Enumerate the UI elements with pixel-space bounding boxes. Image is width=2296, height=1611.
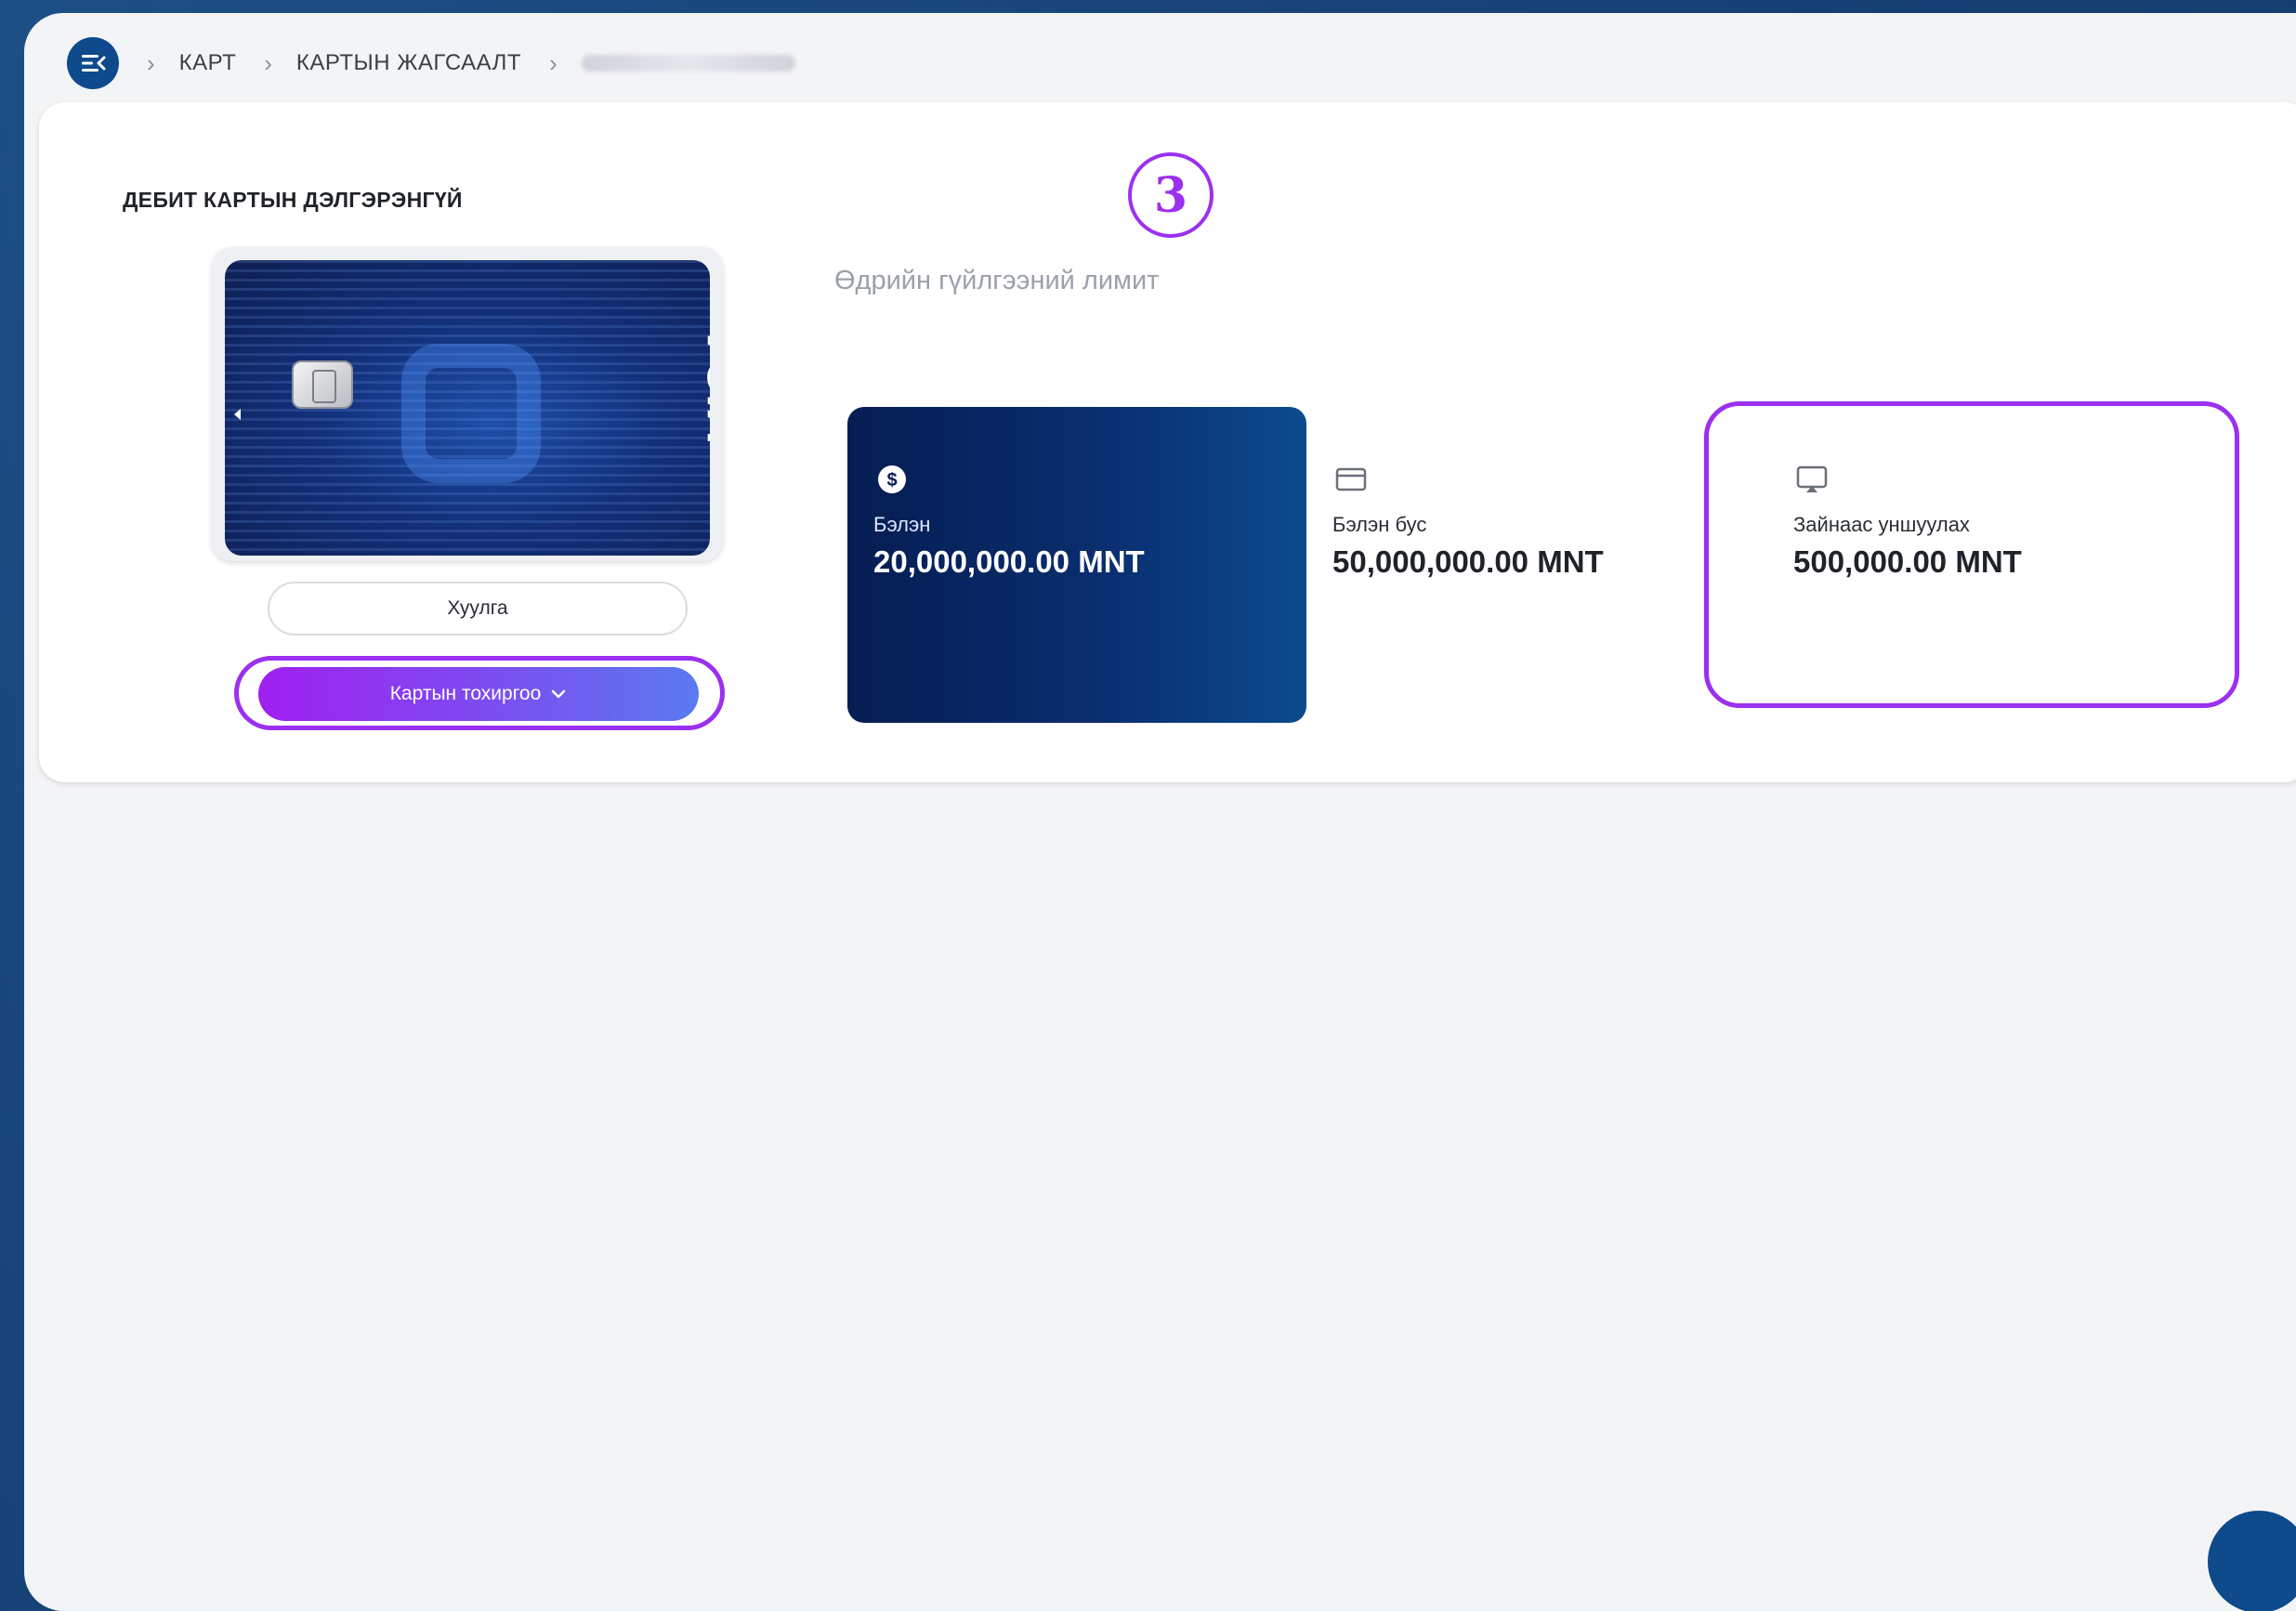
- chevron-right-icon: ›: [549, 48, 558, 77]
- chevron-right-icon: ›: [264, 48, 272, 77]
- step-badge: 3: [1128, 152, 1214, 238]
- limit-value: 20,000,000.00 MNT: [873, 544, 1145, 579]
- breadcrumb-item-card-list[interactable]: КАРТЫН ЖАГСААЛТ: [296, 50, 521, 76]
- chevron-right-icon: ›: [147, 48, 155, 77]
- limit-label: Бэлэн: [873, 513, 931, 536]
- dollar-coin-icon: $: [878, 465, 906, 493]
- bank-logo-icon: [401, 344, 541, 483]
- app-window: › КАРТ › КАРТЫН ЖАГСААЛТ › ДЕБИТ КАРТЫН …: [24, 13, 2296, 1611]
- limit-card-cash[interactable]: $ Бэлэн 20,000,000.00 MNT: [847, 407, 1306, 723]
- menu-collapse-icon: [82, 55, 106, 72]
- card-settings-button[interactable]: Картын тохиргоо: [258, 667, 699, 721]
- breadcrumb: › КАРТ › КАРТЫН ЖАГСААЛТ ›: [67, 32, 795, 95]
- breadcrumb-item-card[interactable]: КАРТ: [179, 50, 237, 76]
- contactless-highlight-outline: [1704, 401, 2239, 708]
- debit-card-image: VISA: [225, 260, 710, 556]
- card-preview: VISA: [212, 247, 723, 561]
- panel-title: ДЕБИТ КАРТЫН ДЭЛГЭРЭНГҮЙ: [123, 188, 463, 212]
- card-arrow-icon: [234, 409, 241, 420]
- credit-card-icon: [1335, 467, 1367, 491]
- limit-card-noncash[interactable]: Бэлэн бус 50,000,000.00 MNT: [1306, 407, 1765, 723]
- limit-label: Бэлэн бус: [1332, 513, 1427, 536]
- menu-toggle-button[interactable]: [67, 37, 119, 89]
- visa-logo: VISA: [698, 325, 710, 446]
- card-chip-icon: [292, 360, 353, 409]
- statement-button[interactable]: Хуулга: [268, 582, 688, 635]
- breadcrumb-masked-card-number: [581, 55, 795, 72]
- svg-text:$: $: [886, 470, 897, 491]
- card-settings-label: Картын тохиргоо: [389, 683, 542, 704]
- chat-fab-button[interactable]: [2208, 1511, 2296, 1611]
- chevron-down-icon: [552, 689, 566, 699]
- limit-value: 50,000,000.00 MNT: [1332, 544, 1604, 579]
- daily-limit-title: Өдрийн гүйлгээний лимит: [834, 266, 1160, 295]
